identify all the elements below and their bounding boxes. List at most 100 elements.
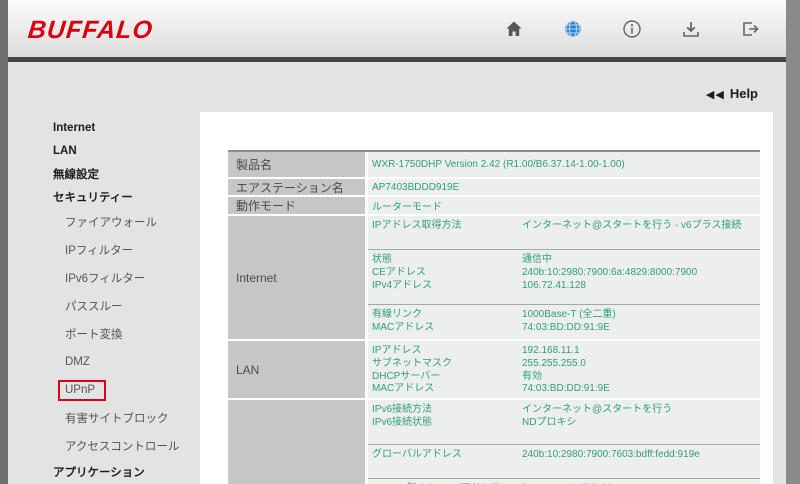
table-row-mode: 動作モード ルーターモード [228, 197, 760, 214]
sidebar-item-label: ファイアウォール [65, 217, 157, 229]
ipv6-group-connection: IPv6接続方法 インターネット@スタートを行う IPv6接続状態 NDプロキシ [368, 400, 760, 444]
info-icon[interactable] [622, 19, 642, 39]
detail-name: 状態 [372, 254, 392, 265]
sidebar-item-ip-filter[interactable]: IPフィルター [8, 236, 200, 264]
detail-pair: MACアドレス 74:03:BD:DD:91:9E [372, 322, 760, 335]
detail-name: 有線リンク [372, 309, 422, 320]
home-icon[interactable] [504, 19, 524, 39]
detail-value: 240b:10:2980:7900:6a:4829:8000:7900 [522, 266, 698, 278]
sidebar-nav: Internet LAN 無線設定 セキュリティー ファイアウォール IPフィル… [8, 110, 200, 483]
upnp-highlight-box: UPnP [58, 379, 107, 401]
detail-value: 1000Base-T (全二重) [522, 309, 616, 320]
sidebar-item-label: 無線設定 [53, 168, 99, 181]
row-label-lan: LAN [228, 341, 368, 398]
detail-value: 通信中 [522, 254, 552, 265]
logout-icon[interactable] [740, 19, 760, 39]
ipv6-group-global: グローバルアドレス 240b:10:2980:7900:7603:bdff:fe… [368, 444, 760, 478]
sidebar-item-application[interactable]: アプリケーション [8, 460, 200, 483]
left-edge-strip [0, 0, 8, 484]
sidebar-item-label: IPフィルター [65, 245, 134, 257]
buffalo-logo: BUFFALO [26, 16, 155, 44]
row-label-ipv6 [228, 400, 368, 484]
sidebar-item-label: LAN [53, 144, 77, 157]
ipv6-detail-cell: IPv6接続方法 インターネット@スタートを行う IPv6接続状態 NDプロキシ… [368, 400, 760, 484]
sidebar-item-internet[interactable]: Internet [8, 116, 200, 139]
detail-name: IPv4アドレス [372, 279, 433, 291]
lan-detail-cell: IPアドレス 192.168.11.1 サブネットマスク 255.255.255… [368, 341, 760, 398]
detail-pair: IPv4アドレス 106.72.41.128 [372, 280, 760, 293]
detail-value: 有効 [522, 370, 542, 382]
download-icon[interactable] [681, 19, 701, 39]
sidebar-item-access-control[interactable]: アクセスコントロール [8, 432, 200, 460]
status-table: 製品名 WXR-1750DHP Version 2.42 (R1.00/B6.3… [228, 150, 760, 484]
globe-icon[interactable] [563, 19, 583, 39]
header-divider [0, 57, 800, 62]
sidebar-item-firewall[interactable]: ファイアウォール [8, 208, 200, 236]
main-content-panel: 製品名 WXR-1750DHP Version 2.42 (R1.00/B6.3… [200, 112, 773, 484]
detail-value: 240b:10:2980:7900:7603:bdff:fedd:919e [522, 449, 700, 460]
row-label-operation-mode: 動作モード [228, 197, 368, 214]
airstation-name-value: AP7403BDDD919E [368, 179, 760, 195]
ipv6-group-linklocal: Internet側Link Localアドレス fe80::7603:bdff:… [368, 478, 760, 484]
detail-name: MACアドレス [372, 321, 435, 333]
sidebar-item-lan[interactable]: LAN [8, 139, 200, 162]
sidebar-item-passthrough[interactable]: パススルー [8, 292, 200, 320]
sidebar-item-label: Internet [53, 121, 96, 134]
help-arrows-icon: ◀◀ [705, 89, 725, 101]
detail-pair: DHCPサーバー 有効 [372, 371, 760, 384]
table-row-lan: LAN IPアドレス 192.168.11.1 サブネットマスク 255.255… [228, 341, 760, 398]
sidebar-item-security[interactable]: セキュリティー [8, 185, 200, 208]
detail-value: インターネット@スタートを行う [522, 404, 673, 415]
detail-name: IPアドレス取得方法 [372, 220, 462, 231]
detail-pair: サブネットマスク 255.255.255.0 [372, 358, 760, 371]
detail-pair: 状態 通信中 [372, 254, 760, 267]
header-icon-row [504, 19, 760, 39]
sidebar-item-harmful-site-block[interactable]: 有害サイトブロック [8, 404, 200, 432]
internet-group-acquisition: IPアドレス取得方法 インターネット@スタートを行う - v6プラス接続 [368, 216, 760, 249]
sidebar-item-ipv6-filter[interactable]: IPv6フィルター [8, 264, 200, 292]
detail-name: IPv6接続状態 [372, 416, 433, 428]
detail-value: 74:03:BD:DD:91:9E [522, 383, 610, 395]
detail-pair: 有線リンク 1000Base-T (全二重) [372, 309, 760, 322]
detail-name: DHCPサーバー [372, 370, 441, 382]
sidebar-item-upnp[interactable]: UPnP [8, 376, 200, 404]
sidebar-item-port-forwarding[interactable]: ポート変換 [8, 320, 200, 348]
sidebar-item-label: DMZ [65, 356, 90, 368]
table-row-airstation: エアステーション名 AP7403BDDD919E [228, 179, 760, 195]
sidebar-item-dmz[interactable]: DMZ [8, 348, 200, 376]
detail-pair: IPアドレス取得方法 インターネット@スタートを行う - v6プラス接続 [372, 220, 760, 233]
detail-pair: IPv6接続方法 インターネット@スタートを行う [372, 404, 760, 417]
sidebar-item-label: 有害サイトブロック [65, 413, 169, 425]
sidebar-item-label: ポート変換 [65, 329, 123, 341]
detail-name: IPアドレス [372, 345, 422, 356]
table-row-internet: Internet IPアドレス取得方法 インターネット@スタートを行う - v6… [228, 216, 760, 339]
detail-pair: グローバルアドレス 240b:10:2980:7900:7603:bdff:fe… [372, 449, 760, 462]
lan-group-ipv4: IPアドレス 192.168.11.1 サブネットマスク 255.255.255… [368, 341, 760, 396]
row-label-internet: Internet [228, 216, 368, 339]
detail-name: CEアドレス [372, 266, 426, 278]
table-row-ipv6: IPv6接続方法 インターネット@スタートを行う IPv6接続状態 NDプロキシ… [228, 400, 760, 484]
detail-name: MACアドレス [372, 383, 435, 395]
detail-value: 192.168.11.1 [522, 345, 580, 356]
detail-value: NDプロキシ [522, 416, 577, 428]
top-header-bar: BUFFALO [0, 0, 800, 57]
internet-group-status: 状態 通信中 CEアドレス 240b:10:2980:7900:6a:4829:… [368, 249, 760, 304]
detail-pair: CEアドレス 240b:10:2980:7900:6a:4829:8000:79… [372, 267, 760, 280]
help-link[interactable]: ◀◀ Help [706, 86, 758, 101]
detail-value: インターネット@スタートを行う - v6プラス接続 [522, 220, 742, 231]
row-label-product-name: 製品名 [228, 152, 368, 177]
sidebar-item-label: アクセスコントロール [65, 441, 180, 453]
detail-pair: IPv6接続状態 NDプロキシ [372, 417, 760, 430]
sidebar-item-wireless[interactable]: 無線設定 [8, 162, 200, 185]
product-name-value: WXR-1750DHP Version 2.42 (R1.00/B6.37.14… [368, 152, 760, 177]
detail-value: 106.72.41.128 [522, 279, 586, 291]
operation-mode-value: ルーターモード [368, 197, 760, 214]
sidebar-item-label: パススルー [65, 301, 123, 313]
sidebar-item-label: アプリケーション [53, 466, 145, 479]
sidebar-item-label: IPv6フィルター [65, 273, 146, 285]
detail-name: グローバルアドレス [372, 449, 462, 460]
help-label: Help [729, 86, 758, 101]
internet-detail-cell: IPアドレス取得方法 インターネット@スタートを行う - v6プラス接続 状態 … [368, 216, 760, 339]
internet-group-wired: 有線リンク 1000Base-T (全二重) MACアドレス 74:03:BD:… [368, 304, 760, 339]
table-row-product: 製品名 WXR-1750DHP Version 2.42 (R1.00/B6.3… [228, 152, 760, 177]
